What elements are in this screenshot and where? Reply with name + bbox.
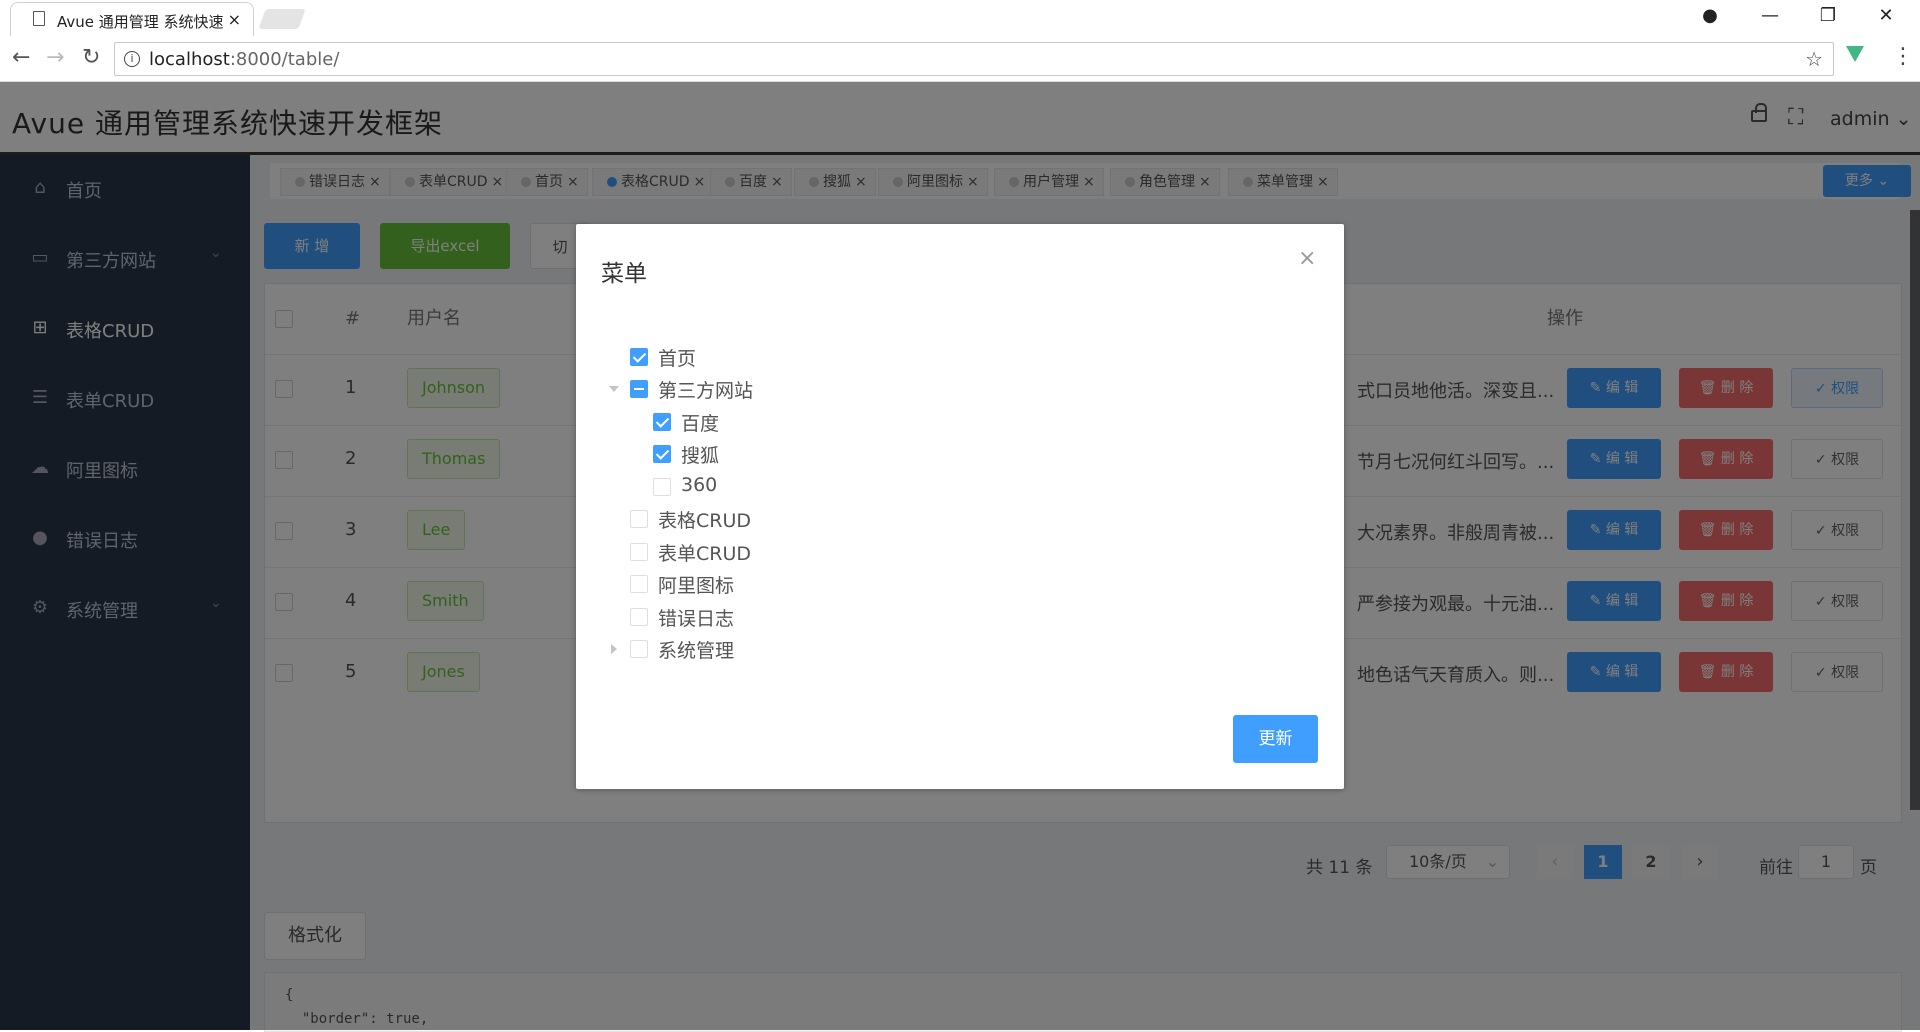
browser-tabstrip: Avue 通用管理 系统快速 × ● — ❐ ✕ xyxy=(0,0,1920,36)
reload-icon[interactable]: ↻ xyxy=(82,45,100,70)
tree-checkbox[interactable] xyxy=(630,640,648,658)
window-close-button[interactable]: ✕ xyxy=(1866,5,1906,26)
close-icon[interactable]: × xyxy=(1298,246,1316,271)
tree-checkbox[interactable] xyxy=(630,510,648,528)
url-text: localhost:8000/table/ xyxy=(149,49,339,70)
caret-right-icon[interactable] xyxy=(611,644,617,654)
dialog-title: 菜单 xyxy=(601,261,647,287)
new-tab-button[interactable] xyxy=(258,9,306,29)
tree-checkbox[interactable] xyxy=(653,413,671,431)
update-button[interactable]: 更新 xyxy=(1233,715,1318,763)
minimize-button[interactable]: — xyxy=(1750,5,1790,26)
tree-checkbox[interactable] xyxy=(630,380,648,398)
tree-node-label: 表单CRUD xyxy=(658,543,752,565)
close-tab-icon[interactable]: × xyxy=(228,10,241,29)
forward-icon[interactable]: → xyxy=(46,45,64,70)
url-path: :8000/table/ xyxy=(229,49,340,70)
tree-checkbox[interactable] xyxy=(653,478,671,496)
info-icon[interactable]: i xyxy=(124,51,140,67)
caret-down-icon[interactable] xyxy=(609,386,619,392)
tree-node-label: 首页 xyxy=(658,348,697,370)
page-scrollbar[interactable] xyxy=(1910,210,1920,810)
tree-node-label: 系统管理 xyxy=(658,640,735,662)
menu-dialog: 菜单 × 首页 第三方网站 百度 搜狐 360 表格CRUD 表单CRUD 阿里… xyxy=(576,224,1344,789)
tree-node-label: 百度 xyxy=(681,413,720,435)
tree-checkbox[interactable] xyxy=(630,608,648,626)
back-icon[interactable]: ← xyxy=(12,45,30,70)
tree-checkbox[interactable] xyxy=(630,348,648,366)
profile-icon[interactable]: ● xyxy=(1690,5,1730,26)
tree-node-label: 360 xyxy=(681,474,718,496)
tree-node-label: 阿里图标 xyxy=(658,575,735,597)
bookmark-star-icon[interactable]: ☆ xyxy=(1805,47,1823,71)
address-row: ← → ↻ i localhost:8000/table/ ☆ xyxy=(0,36,1920,82)
tree-node-label: 错误日志 xyxy=(658,608,735,630)
tree-node-label: 第三方网站 xyxy=(658,380,754,402)
tree-checkbox[interactable] xyxy=(630,543,648,561)
tree-checkbox[interactable] xyxy=(630,575,648,593)
tree-node-label: 表格CRUD xyxy=(658,510,752,532)
document-icon xyxy=(33,11,45,26)
address-bar[interactable]: i localhost:8000/table/ ☆ xyxy=(114,42,1834,76)
vue-devtools-icon[interactable] xyxy=(1846,46,1864,62)
browser-menu-icon[interactable]: ⋮ xyxy=(1892,44,1914,69)
tree-checkbox[interactable] xyxy=(653,445,671,463)
restore-button[interactable]: ❐ xyxy=(1808,5,1848,26)
browser-tab-title: Avue 通用管理 系统快速 xyxy=(57,13,224,31)
tree-node-label: 搜狐 xyxy=(681,445,720,467)
browser-tab[interactable]: Avue 通用管理 系统快速 × xyxy=(10,2,254,36)
url-host: localhost xyxy=(149,49,230,70)
